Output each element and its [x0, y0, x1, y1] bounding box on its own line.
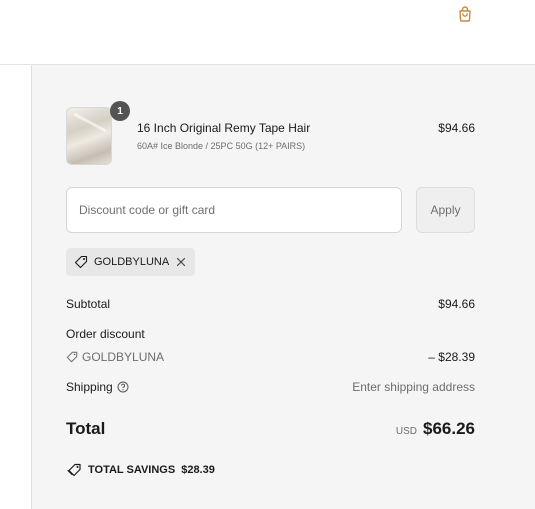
total-amount-wrap: USD $66.26 [396, 419, 475, 439]
product-price: $94.66 [438, 121, 475, 135]
order-discount-value: – $28.39 [428, 350, 475, 364]
subtotal-value: $94.66 [438, 297, 475, 311]
shipping-label-wrap: Shipping [66, 380, 129, 394]
order-discount-label: Order discount [66, 327, 145, 341]
total-currency: USD [395, 426, 417, 437]
order-discount-code: GOLDBYLUNA [82, 350, 165, 364]
total-amount: $66.26 [423, 419, 475, 438]
total-savings: TOTAL SAVINGS $28.39 [66, 463, 215, 477]
help-icon[interactable] [117, 381, 129, 393]
discount-code-input[interactable] [66, 187, 402, 233]
order-discount-code-row: GOLDBYLUNA – $28.39 [66, 350, 475, 364]
total-savings-value: $28.39 [181, 464, 215, 476]
apply-button[interactable]: Apply [416, 187, 475, 233]
total-savings-label: TOTAL SAVINGS [88, 464, 176, 476]
total-row: Total USD $66.26 [66, 419, 475, 439]
close-icon [177, 257, 186, 267]
subtotal-row: Subtotal $94.66 [66, 297, 475, 311]
subtotal-label: Subtotal [66, 297, 111, 311]
applied-discount-code: GOLDBYLUNA [94, 256, 170, 268]
tag-icon [74, 255, 88, 269]
header-bar [0, 0, 535, 65]
remove-discount-button[interactable] [175, 256, 187, 268]
order-discount-code-wrap: GOLDBYLUNA [66, 350, 164, 364]
product-thumbnail: 1 [66, 101, 130, 165]
quantity-badge: 1 [110, 101, 130, 121]
product-variant: 60A# Ice Blonde / 25PC 50G (12+ PAIRS) [137, 141, 306, 151]
total-label: Total [66, 419, 106, 438]
order-discount-row: Order discount [66, 327, 475, 341]
shopping-bag-icon [459, 5, 471, 22]
shipping-row: Shipping Enter shipping address [66, 380, 475, 394]
shipping-value: Enter shipping address [352, 380, 475, 394]
applied-discount-chip: GOLDBYLUNA [66, 248, 196, 276]
tags-icon [67, 463, 81, 477]
tag-icon [66, 351, 78, 363]
order-summary-panel: 1 16 Inch Original Remy Tape Hair 60A# I… [31, 65, 535, 509]
cart-button[interactable] [452, 0, 478, 26]
product-image [66, 107, 112, 165]
shipping-label: Shipping [66, 380, 113, 394]
product-title: 16 Inch Original Remy Tape Hair [137, 121, 311, 135]
